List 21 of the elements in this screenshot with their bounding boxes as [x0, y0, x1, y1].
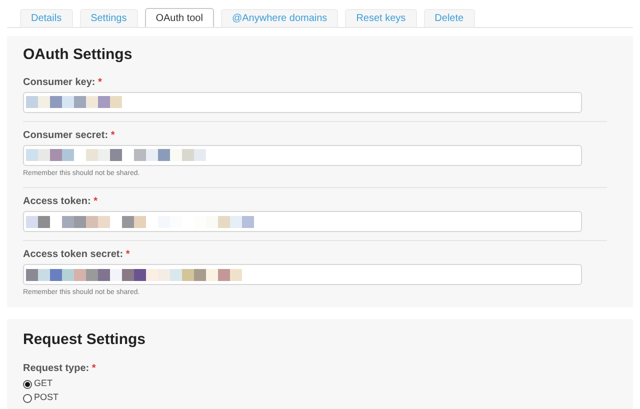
field-label: Request type: *	[23, 363, 97, 375]
tab[interactable]: @Anywhere domains	[220, 9, 338, 27]
tab[interactable]: Reset keys	[345, 9, 417, 27]
tab[interactable]: Settings	[80, 9, 138, 27]
tab[interactable]: OAuth tool	[144, 8, 214, 27]
tab[interactable]: Delete	[424, 9, 475, 27]
field-label: Access token secret: *	[23, 249, 131, 261]
field-label: Access token: *	[23, 196, 98, 208]
input-field[interactable]	[23, 144, 582, 166]
input-field[interactable]	[23, 211, 582, 232]
section-title: OAuth Settings	[23, 45, 134, 65]
tab[interactable]: Details	[20, 9, 73, 27]
field-label: Consumer key: *	[23, 76, 103, 88]
radio-label: POST	[34, 391, 59, 404]
radio-label: GET	[34, 377, 53, 390]
radio-button[interactable]	[23, 380, 32, 388]
section-title: Request Settings	[23, 330, 147, 350]
input-field[interactable]	[23, 92, 582, 112]
field-label: Consumer secret: *	[23, 130, 116, 142]
radio-button[interactable]	[23, 394, 32, 402]
input-field[interactable]	[23, 264, 582, 285]
